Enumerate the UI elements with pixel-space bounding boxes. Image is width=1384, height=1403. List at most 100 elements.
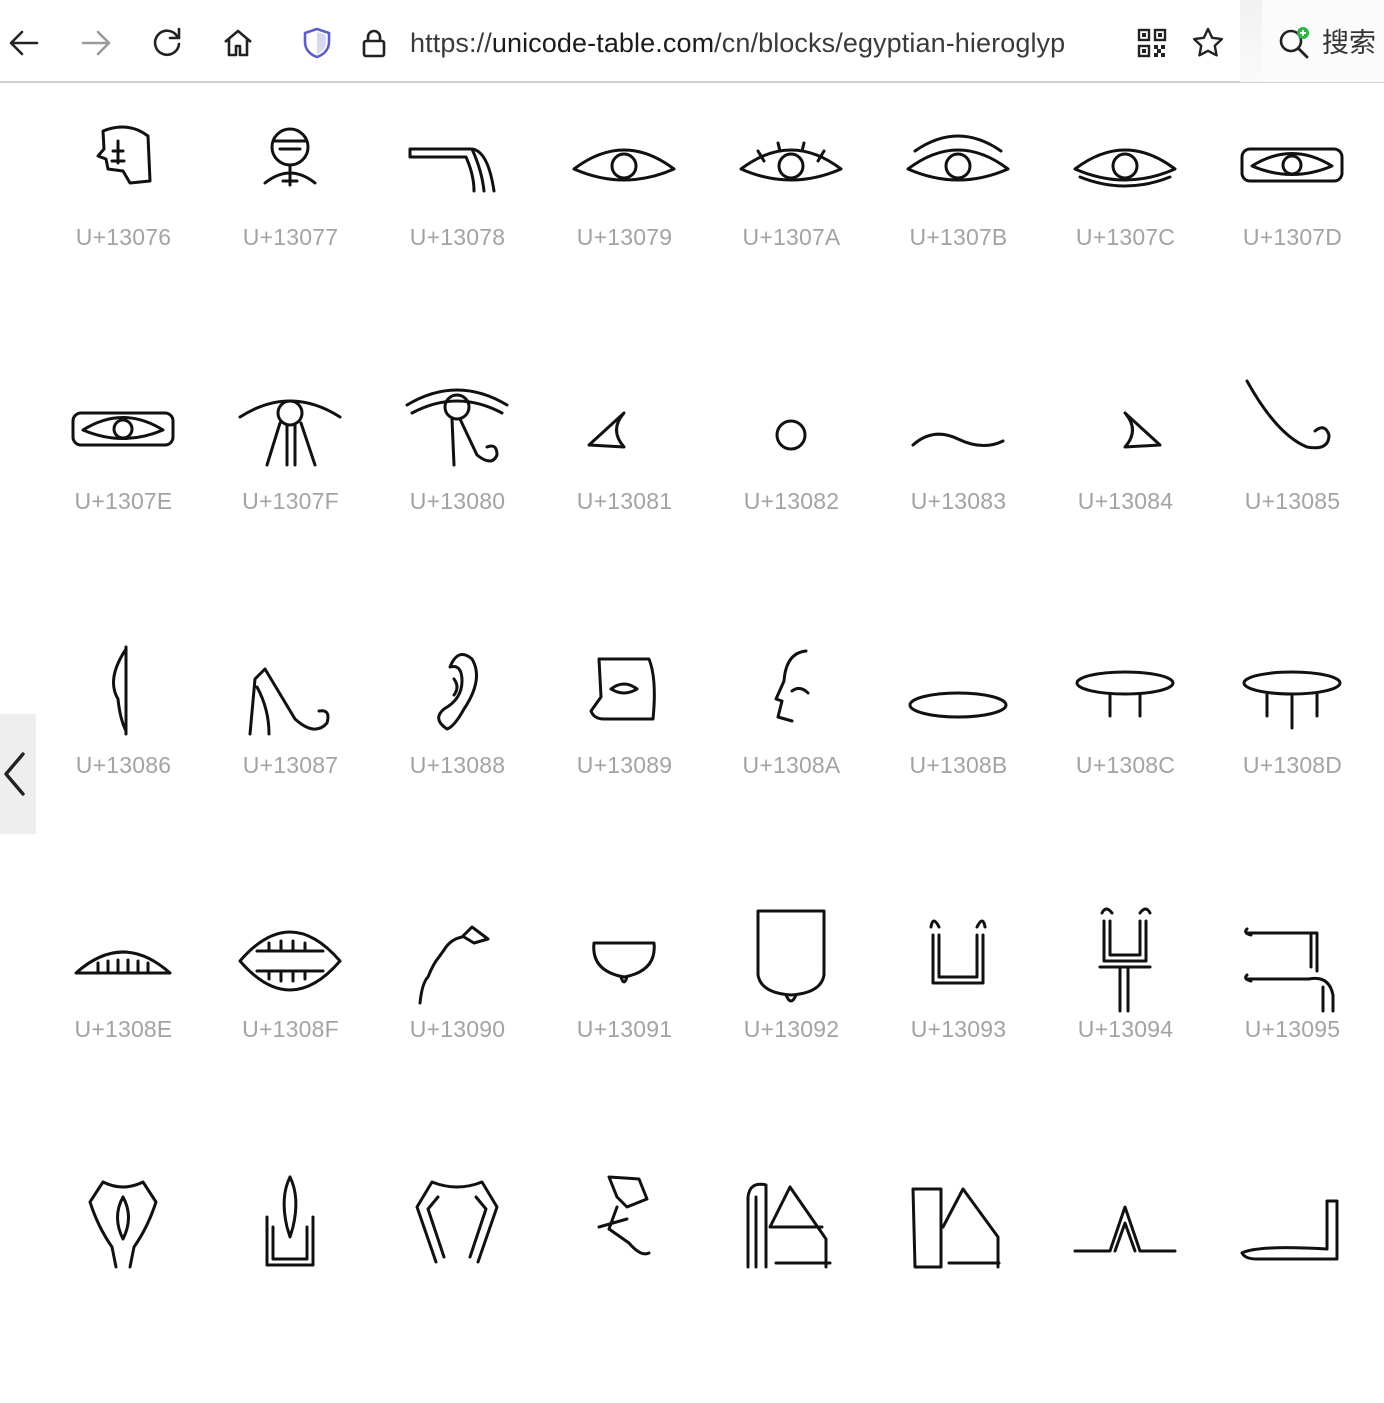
reload-button[interactable] (147, 23, 187, 63)
glyph-card[interactable]: U+1307A (708, 83, 875, 347)
codepoint-label: U+1307D (1242, 224, 1343, 250)
codepoint-label: U+1308E (74, 1016, 173, 1042)
codepoint-label: U+13085 (1244, 488, 1341, 514)
codepoint-label: U+13089 (576, 752, 673, 778)
star-icon (1193, 27, 1223, 57)
hieroglyph-glyph (1237, 111, 1347, 221)
codepoint-label: U+1307F (242, 488, 339, 514)
hieroglyph-glyph (68, 111, 178, 221)
glyph-card[interactable] (1209, 1139, 1376, 1403)
url-scheme: https:// (410, 28, 492, 58)
codepoint-label: U+13082 (743, 488, 840, 514)
hieroglyph-glyph (736, 111, 846, 221)
glyph-card[interactable]: U+13088 (374, 611, 541, 875)
glyph-card[interactable]: U+1307C (1042, 83, 1209, 347)
glyph-card[interactable] (40, 1139, 207, 1403)
glyph-card[interactable]: U+13087 (207, 611, 374, 875)
glyph-card[interactable] (1042, 1139, 1209, 1403)
glyph-card[interactable]: U+13090 (374, 875, 541, 1139)
glyph-card[interactable]: U+13093 (875, 875, 1042, 1139)
site-info-button[interactable] (354, 23, 394, 63)
tracking-protection-button[interactable] (297, 23, 337, 63)
hieroglyph-glyph (903, 375, 1013, 485)
glyph-card[interactable]: U+1308F (207, 875, 374, 1139)
shield-icon (303, 27, 331, 59)
glyph-card[interactable]: U+1308A (708, 611, 875, 875)
hieroglyph-glyph (736, 903, 846, 1013)
glyph-card[interactable]: U+1308B (875, 611, 1042, 875)
glyph-card[interactable]: U+13081 (541, 347, 708, 611)
hieroglyph-glyph (68, 903, 178, 1013)
codepoint-label: U+13086 (75, 752, 172, 778)
glyph-card[interactable]: U+13085 (1209, 347, 1376, 611)
glyph-card[interactable]: U+1308D (1209, 611, 1376, 875)
hieroglyph-glyph (402, 1167, 512, 1277)
glyph-card[interactable]: U+13077 (207, 83, 374, 347)
back-button[interactable] (4, 23, 44, 63)
glyph-card[interactable] (207, 1139, 374, 1403)
hieroglyph-glyph (235, 903, 345, 1013)
codepoint-label: U+13091 (576, 1016, 673, 1042)
glyph-card[interactable]: U+1308C (1042, 611, 1209, 875)
hieroglyph-glyph (1237, 375, 1347, 485)
hieroglyph-glyph (1070, 375, 1180, 485)
glyph-card[interactable] (875, 1139, 1042, 1403)
forward-button[interactable] (76, 23, 116, 63)
back-arrow-icon (9, 30, 39, 56)
glyph-card[interactable]: U+13089 (541, 611, 708, 875)
glyph-card[interactable]: U+13080 (374, 347, 541, 611)
search-button[interactable] (1274, 23, 1314, 63)
glyph-card[interactable]: U+13079 (541, 83, 708, 347)
glyph-card[interactable]: U+1307F (207, 347, 374, 611)
codepoint-label: U+13083 (910, 488, 1007, 514)
qr-code-button[interactable] (1132, 23, 1172, 63)
codepoint-label: U+13090 (409, 1016, 506, 1042)
url-path: /cn/blocks/egyptian-hieroglyp (714, 28, 1066, 58)
glyph-card[interactable]: U+1307B (875, 83, 1042, 347)
bookmark-button[interactable] (1188, 23, 1228, 63)
glyph-card[interactable]: U+1307E (40, 347, 207, 611)
glyph-card[interactable]: U+13095 (1209, 875, 1376, 1139)
hieroglyph-glyph (402, 639, 512, 749)
glyph-card[interactable]: U+13082 (708, 347, 875, 611)
hieroglyph-glyph (736, 639, 846, 749)
hieroglyph-glyph (1237, 639, 1347, 749)
codepoint-label: U+13084 (1077, 488, 1174, 514)
reload-icon (153, 27, 181, 57)
glyph-card[interactable]: U+13092 (708, 875, 875, 1139)
glyph-card[interactable]: U+13076 (40, 83, 207, 347)
codepoint-label: U+13092 (743, 1016, 840, 1042)
hieroglyph-glyph (903, 111, 1013, 221)
glyph-card[interactable] (374, 1139, 541, 1403)
lock-icon (362, 29, 386, 58)
glyph-card[interactable] (708, 1139, 875, 1403)
glyph-card[interactable]: U+13086 (40, 611, 207, 875)
glyph-card[interactable]: U+13091 (541, 875, 708, 1139)
hieroglyph-glyph (235, 639, 345, 749)
home-icon (224, 29, 252, 57)
glyph-card[interactable]: U+13094 (1042, 875, 1209, 1139)
qr-code-icon (1137, 28, 1167, 58)
side-panel-toggle[interactable] (0, 714, 36, 834)
glyph-card[interactable]: U+13084 (1042, 347, 1209, 611)
glyph-card[interactable] (541, 1139, 708, 1403)
glyph-card[interactable]: U+1308E (40, 875, 207, 1139)
hieroglyph-glyph (1070, 903, 1180, 1013)
hieroglyph-glyph (903, 1167, 1013, 1277)
hieroglyph-glyph (402, 111, 512, 221)
glyph-card[interactable]: U+1307D (1209, 83, 1376, 347)
home-button[interactable] (218, 23, 258, 63)
search-icon (1279, 27, 1309, 59)
hieroglyph-glyph (569, 1167, 679, 1277)
hieroglyph-glyph (736, 1167, 846, 1277)
codepoint-label: U+1307E (74, 488, 173, 514)
url-bar[interactable]: https://unicode-table.com/cn/blocks/egyp… (410, 24, 1122, 62)
hieroglyph-glyph (1237, 1167, 1347, 1277)
toolbar-separator (1240, 0, 1262, 82)
glyph-card[interactable]: U+13083 (875, 347, 1042, 611)
glyph-card[interactable]: U+13078 (374, 83, 541, 347)
url-host: unicode-table.com (491, 28, 715, 58)
hieroglyph-glyph (569, 639, 679, 749)
codepoint-label: U+1307B (909, 224, 1008, 250)
codepoint-label: U+13088 (409, 752, 506, 778)
